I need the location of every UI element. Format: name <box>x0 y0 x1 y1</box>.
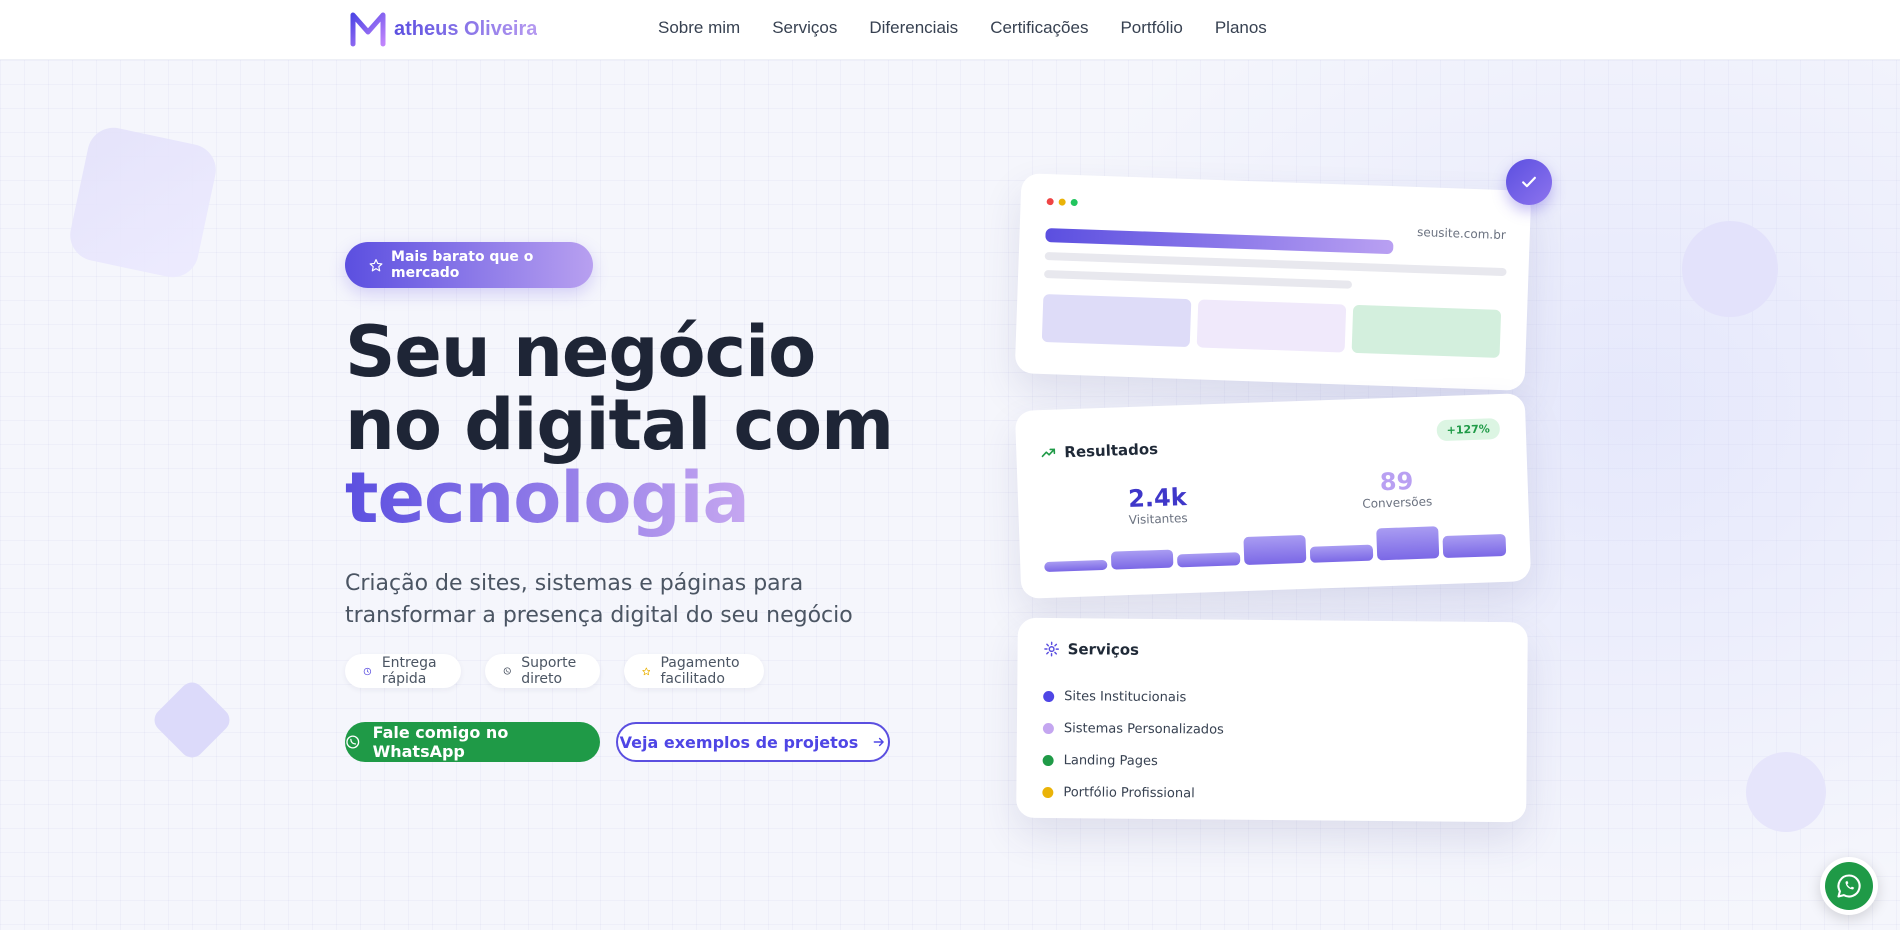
trending-up-icon <box>1041 448 1056 458</box>
chart-bar <box>1376 526 1440 561</box>
hero-subtitle: Criação de sites, sistemas e páginas par… <box>345 571 853 628</box>
brand-name: atheus Oliveira <box>394 17 538 40</box>
feature-chips: Entrega rápida Suporte direto Pagamento … <box>345 654 764 688</box>
view-projects-button-label: Veja exemplos de projetos <box>619 732 859 752</box>
services-list: Sites Institucionais Sistemas Personaliz… <box>1042 680 1224 810</box>
hero-title-line2: no digital com <box>345 384 894 466</box>
chart-bar <box>1243 534 1307 566</box>
whatsapp-icon <box>1837 874 1861 898</box>
nav-link-planos[interactable]: Planos <box>1215 18 1267 38</box>
whatsapp-icon <box>503 667 511 675</box>
preview-block <box>1351 304 1502 358</box>
preview-text-line <box>1043 270 1353 289</box>
check-badge <box>1506 159 1552 205</box>
chart-bar <box>1177 552 1241 568</box>
nav-link-sobre-mim[interactable]: Sobre mim <box>658 18 740 38</box>
conversions-value: 89 <box>1379 467 1414 497</box>
star-icon <box>369 258 383 271</box>
star-icon <box>642 667 651 675</box>
services-title: Serviços <box>1044 640 1140 659</box>
site-header: atheus Oliveira Sobre mim Serviços Difer… <box>0 0 1900 60</box>
whatsapp-floating-button[interactable] <box>1820 857 1878 915</box>
chart-bar <box>1110 549 1174 570</box>
visitors-stat: 2.4k Visitantes <box>1128 483 1188 527</box>
results-title: Resultados <box>1040 440 1158 462</box>
main-nav: Sobre mim Serviços Diferenciais Certific… <box>658 18 1267 38</box>
results-mini-chart <box>1043 512 1507 573</box>
chip-label: Pagamento facilitado <box>660 655 740 687</box>
service-item: Landing Pages <box>1042 744 1224 778</box>
hero-title-line1: Seu negócio <box>345 311 816 393</box>
service-dot <box>1042 786 1054 798</box>
service-item: Sistemas Personalizados <box>1042 712 1224 746</box>
nav-link-servicos[interactable]: Serviços <box>772 18 837 38</box>
hero-actions: Fale comigo no WhatsApp Veja exemplos de… <box>345 722 890 762</box>
decorative-square <box>65 122 221 283</box>
hero-title: Seu negócio no digital com tecnologia <box>345 316 905 535</box>
preview-block <box>1041 293 1192 348</box>
nav-link-certificacoes[interactable]: Certificações <box>990 18 1088 38</box>
brand-logo[interactable]: atheus Oliveira <box>348 10 537 48</box>
results-card: Resultados +127% 2.4k Visitantes 89 Conv… <box>1014 393 1532 599</box>
chip-label: Suporte direto <box>521 655 577 687</box>
preview-block <box>1196 299 1347 353</box>
chip-label: Entrega rápida <box>381 655 437 687</box>
growth-badge: +127% <box>1436 418 1501 442</box>
services-card: Serviços Sites Institucionais Sistemas P… <box>1016 617 1528 823</box>
service-dot <box>1042 722 1054 734</box>
conversions-stat: 89 Conversões <box>1361 466 1433 511</box>
services-title-label: Serviços <box>1067 640 1140 659</box>
service-item: Sites Institucionais <box>1043 680 1224 714</box>
service-dot <box>1043 690 1055 702</box>
promo-badge: Mais barato que o mercado <box>345 242 593 288</box>
chip-pagamento-facilitado: Pagamento facilitado <box>623 654 764 688</box>
service-label: Landing Pages <box>1063 752 1158 769</box>
promo-badge-label: Mais barato que o mercado <box>391 249 534 281</box>
window-dots <box>1046 198 1078 207</box>
chip-entrega-rapida: Entrega rápida <box>345 654 461 688</box>
service-item: Portfólio Profissional <box>1042 776 1223 810</box>
preview-header-bar <box>1045 228 1394 255</box>
service-dot <box>1042 754 1054 766</box>
whatsapp-button[interactable]: Fale comigo no WhatsApp <box>345 722 600 762</box>
hero-background <box>0 60 1900 930</box>
logo-m-icon <box>350 12 386 47</box>
preview-url: seusite.com.br <box>1416 225 1507 243</box>
view-projects-button[interactable]: Veja exemplos de projetos <box>616 722 890 762</box>
chart-bar <box>1442 533 1507 559</box>
chip-suporte-direto: Suporte direto <box>484 654 600 688</box>
service-label: Portfólio Profissional <box>1063 784 1195 801</box>
whatsapp-button-label: Fale comigo no WhatsApp <box>372 723 509 761</box>
nav-link-portfolio[interactable]: Portfólio <box>1120 18 1182 38</box>
whatsapp-icon <box>346 735 360 749</box>
decorative-circle <box>1682 221 1778 317</box>
visitors-value: 2.4k <box>1127 483 1188 514</box>
chart-bar <box>1044 559 1108 573</box>
service-label: Sites Institucionais <box>1064 688 1187 705</box>
results-title-label: Resultados <box>1064 439 1159 462</box>
arrow-right-icon <box>873 737 885 747</box>
decorative-circle <box>1746 752 1826 832</box>
hero-title-highlight: tecnologia <box>345 457 750 539</box>
gear-icon <box>1044 641 1060 657</box>
website-preview-card: seusite.com.br <box>1014 173 1532 391</box>
nav-link-diferenciais[interactable]: Diferenciais <box>869 18 958 38</box>
whatsapp-fab-inner <box>1825 862 1873 910</box>
chart-bar <box>1310 544 1374 563</box>
check-icon <box>1522 176 1536 188</box>
service-label: Sistemas Personalizados <box>1063 720 1224 738</box>
conversions-label: Conversões <box>1362 494 1433 511</box>
clock-icon <box>363 667 372 675</box>
